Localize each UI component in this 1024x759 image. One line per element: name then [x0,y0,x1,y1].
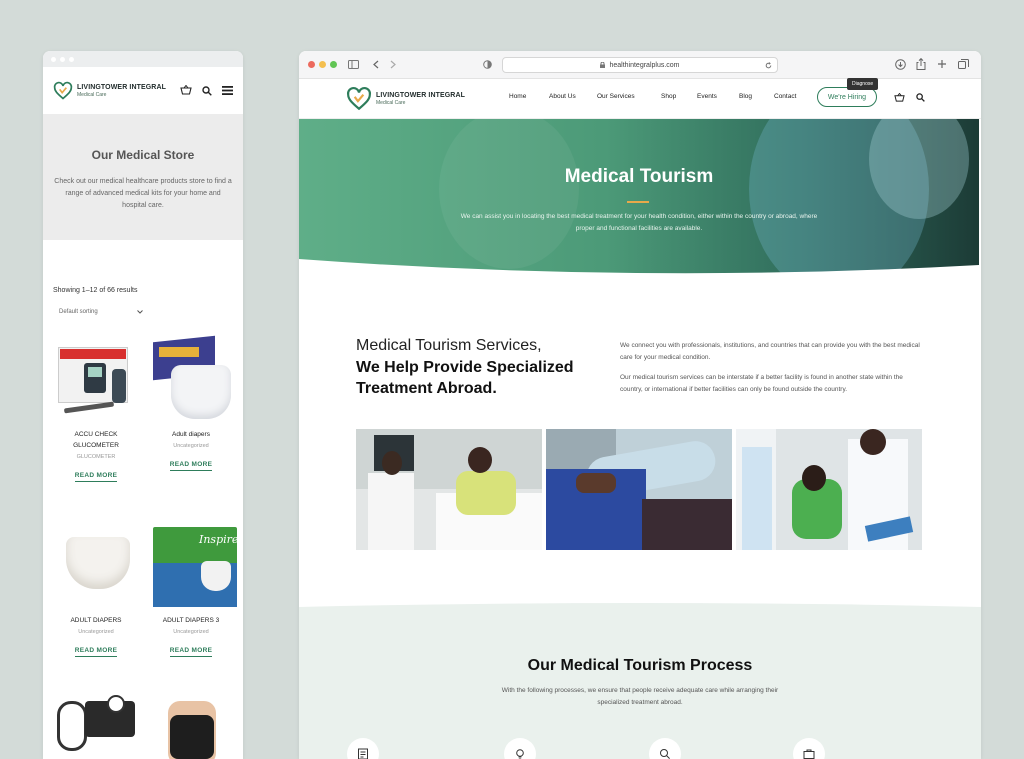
logo-subtitle: Medical Care [376,100,406,106]
new-tab-icon[interactable] [937,59,947,69]
read-more-button[interactable]: READ MORE [74,647,118,657]
hospital-photo [546,429,732,550]
store-title: Our Medical Store [91,148,195,162]
logo-name: LIVINGTOWER INTEGRAL [77,83,166,91]
process-section: Our Medical Tourism Process With the fol… [299,603,981,759]
ankle-brace-image[interactable] [146,693,236,759]
product-category[interactable]: GLUCOMETER [51,454,141,460]
hospital-photo [736,429,922,550]
tooltip: Diagnose [847,78,879,90]
cart-icon[interactable] [894,93,905,103]
hospital-photo [356,429,542,550]
nav-blog[interactable]: Blog [739,93,752,100]
process-description: With the following processes, we ensure … [501,687,779,706]
process-step [649,738,681,759]
nav-our-services[interactable]: Our Services [597,93,635,100]
process-step [793,738,825,759]
heart-logo-icon [53,81,73,100]
product-name[interactable]: ADULT DIAPERS 3 [146,615,236,626]
product-name[interactable]: Adult diapers [146,429,236,440]
share-icon[interactable] [916,58,926,70]
nav-about-us[interactable]: About Us [549,93,576,100]
read-more-button[interactable]: READ MORE [169,461,213,471]
glucometer-image[interactable] [54,339,138,421]
sidebar-toggle-icon[interactable] [348,60,359,69]
hero-title: Medical Tourism [564,166,714,187]
site-logo[interactable]: LIVINGTOWER INTEGRAL Medical Care [53,81,166,101]
services-title: Medical Tourism Services, [356,337,542,354]
bp-monitor-image[interactable] [51,693,141,759]
hero-description: We can assist you in locating the best m… [460,213,818,232]
window-dot [51,56,56,62]
product-card: ADULT DIAPERS Uncategorized READ MORE [51,525,141,657]
reload-icon[interactable] [765,62,772,69]
nav-events[interactable]: Events [697,93,717,100]
privacy-shield-icon[interactable] [483,60,492,69]
mobile-window: LIVINGTOWER INTEGRAL Medical Care Our Me… [43,51,243,759]
address-bar[interactable]: healthintegralplus.com [502,57,778,73]
site-logo[interactable]: LIVINGTOWER INTEGRAL Medical Care [346,86,465,112]
sort-select[interactable]: Default sorting [53,304,149,320]
lock-icon [600,62,606,68]
services-subtitle: We Help Provide Specialized Treatment Ab… [356,359,574,397]
lightbulb-icon [516,749,524,759]
briefcase-icon [803,749,815,759]
browser-toolbar: healthintegralplus.com [299,51,981,79]
product-card: Adult diapers Uncategorized READ MORE [146,335,236,471]
window-dot [60,56,65,62]
read-more-button[interactable]: READ MORE [169,647,213,657]
close-window-button[interactable] [308,61,315,68]
section-wave [299,603,981,613]
product-name[interactable]: ADULT DIAPERS [51,615,141,626]
adult-diaper-image[interactable] [54,525,138,607]
chevron-down-icon [137,310,143,314]
mobile-window-titlebar [43,51,243,67]
product-card: ACCU CHECK GLUCOMETER GLUCOMETER READ MO… [51,339,141,482]
services-paragraph: Our medical tourism services can be inte… [620,374,903,393]
diaper-box-image[interactable]: Inspire [149,525,238,607]
hiring-button[interactable]: We're Hiring [817,87,877,107]
checklist-icon [358,748,368,759]
tab-overview-icon[interactable] [958,59,969,70]
heart-logo-icon [347,86,371,111]
product-category[interactable]: Uncategorized [146,629,236,635]
back-arrow-icon[interactable] [373,60,379,69]
process-step [504,738,536,759]
menu-icon[interactable] [222,86,233,95]
product-category[interactable]: Uncategorized [146,443,236,449]
services-paragraph: We connect you with professionals, insti… [620,342,920,361]
hero-banner: Medical Tourism We can assist you in loc… [299,119,979,274]
cart-icon[interactable] [180,85,192,96]
sort-select-label: Default sorting [59,309,98,315]
store-description: Check out our medical healthcare product… [54,178,232,209]
product-card: Inspire ADULT DIAPERS 3 Uncategorized RE… [146,525,238,657]
process-step [347,738,379,759]
search-icon[interactable] [202,85,212,96]
product-name[interactable]: ACCU CHECK GLUCOMETER [51,429,141,451]
logo-name: LIVINGTOWER INTEGRAL [376,92,465,99]
browser-window: healthintegralplus.com LIVINGTOWER INTEG… [299,51,981,759]
search-icon[interactable] [916,93,925,102]
nav-home[interactable]: Home [509,93,526,100]
window-dot [69,56,74,62]
process-title: Our Medical Tourism Process [527,657,753,674]
hero-background-image [299,119,979,274]
maximize-window-button[interactable] [330,61,337,68]
read-more-button[interactable]: READ MORE [74,472,118,482]
hero-divider [627,201,649,203]
nav-shop[interactable]: Shop [661,93,676,100]
store-hero: Our Medical Store Check out our medical … [43,114,243,240]
download-icon[interactable] [895,59,906,70]
diaper-pack-image[interactable] [149,335,233,421]
results-count: Showing 1–12 of 66 results [53,287,138,294]
product-category[interactable]: Uncategorized [51,629,141,635]
minimize-window-button[interactable] [319,61,326,68]
url-text: healthintegralplus.com [609,61,680,69]
nav-contact[interactable]: Contact [774,93,796,100]
site-header: LIVINGTOWER INTEGRAL Medical Care Home A… [299,78,981,119]
forward-arrow-icon[interactable] [390,60,396,69]
logo-subtitle: Medical Care [77,91,107,98]
mobile-header: LIVINGTOWER INTEGRAL Medical Care [43,67,243,114]
magnifier-icon [660,749,670,759]
